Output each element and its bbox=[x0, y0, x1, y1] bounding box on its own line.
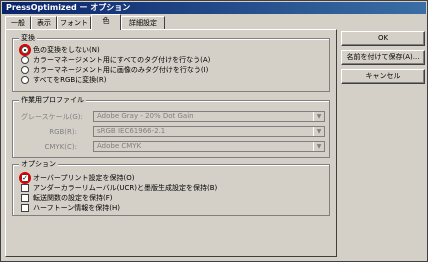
radio-label: 色の変換をしない(N) bbox=[33, 46, 100, 54]
radio-indicator[interactable] bbox=[21, 56, 29, 64]
checkbox[interactable] bbox=[21, 184, 29, 192]
profile-rgb-value: sRGB IEC61966-2.1 bbox=[97, 127, 166, 135]
title-bar: PressOptimized ー オプション bbox=[2, 2, 426, 14]
checkbox[interactable] bbox=[21, 204, 29, 212]
radio-label: カラーマネージメント用に画像のみタグ付けを行なう(I) bbox=[33, 66, 209, 74]
tab-color[interactable]: 色 bbox=[91, 14, 121, 30]
ok-button[interactable]: OK bbox=[341, 31, 425, 46]
radio-indicator[interactable] bbox=[21, 66, 29, 74]
check-label: 転送関数の設定を保持(F) bbox=[33, 194, 113, 202]
radio-indicator[interactable] bbox=[21, 76, 29, 84]
highlight-circle bbox=[19, 44, 31, 56]
conversion-group-label: 変換 bbox=[19, 33, 37, 43]
cancel-button[interactable]: キャンセル bbox=[341, 69, 425, 84]
check-label: アンダーカラーリムーバル(UCR)と墨版生成設定を保持(B) bbox=[33, 184, 218, 192]
profile-cmyk-label: CMYK(C): bbox=[44, 143, 77, 151]
tab-display[interactable]: 表示 bbox=[31, 16, 57, 29]
options-group-label: オプション bbox=[19, 159, 58, 169]
chevron-down-icon[interactable]: ▼ bbox=[313, 112, 324, 121]
chevron-down-icon[interactable]: ▼ bbox=[313, 142, 324, 151]
profiles-group: 作業用プロファイル グレースケール(G): Adobe Gray - 20% D… bbox=[12, 95, 330, 158]
check-label: ハーフトーン情報を保持(H) bbox=[33, 204, 120, 212]
profile-rgb-select[interactable]: sRGB IEC61966-2.1 ▼ bbox=[93, 126, 325, 137]
chevron-down-icon[interactable]: ▼ bbox=[313, 127, 324, 136]
profile-rgb-label: RGB(R): bbox=[49, 128, 77, 136]
highlight-circle bbox=[19, 172, 31, 184]
profile-gray-value: Adobe Gray - 20% Dot Gain bbox=[97, 112, 194, 120]
profile-cmyk-value: Adobe CMYK bbox=[97, 142, 142, 150]
save-as-button[interactable]: 名前を付けて保存(A)... bbox=[341, 50, 425, 65]
profile-cmyk-select[interactable]: Adobe CMYK ▼ bbox=[93, 141, 325, 152]
tab-general[interactable]: 一般 bbox=[5, 16, 31, 29]
color-panel: 変換 色の変換をしない(N) カラーマネージメント用にすべてのタグ付けを行なう(… bbox=[5, 29, 337, 257]
conversion-group: 変換 色の変換をしない(N) カラーマネージメント用にすべてのタグ付けを行なう(… bbox=[12, 33, 330, 92]
radio-label: カラーマネージメント用にすべてのタグ付けを行なう(A) bbox=[33, 56, 211, 64]
profiles-group-label: 作業用プロファイル bbox=[19, 95, 86, 105]
options-group: オプション ✓ オーバープリント設定を保持(O) アンダーカラーリムーバル(UC… bbox=[12, 159, 330, 216]
check-label: オーバープリント設定を保持(O) bbox=[33, 174, 135, 182]
options-dialog: PressOptimized ー オプション 一般 表示 フォント 色 詳細設定… bbox=[0, 0, 428, 262]
profile-gray-label: グレースケール(G): bbox=[21, 113, 83, 121]
profile-gray-select[interactable]: Adobe Gray - 20% Dot Gain ▼ bbox=[93, 111, 325, 122]
tab-font[interactable]: フォント bbox=[57, 16, 91, 29]
tab-advanced[interactable]: 詳細設定 bbox=[121, 16, 165, 29]
radio-label: すべてをRGBに変換(R) bbox=[33, 76, 107, 84]
checkbox[interactable] bbox=[21, 194, 29, 202]
